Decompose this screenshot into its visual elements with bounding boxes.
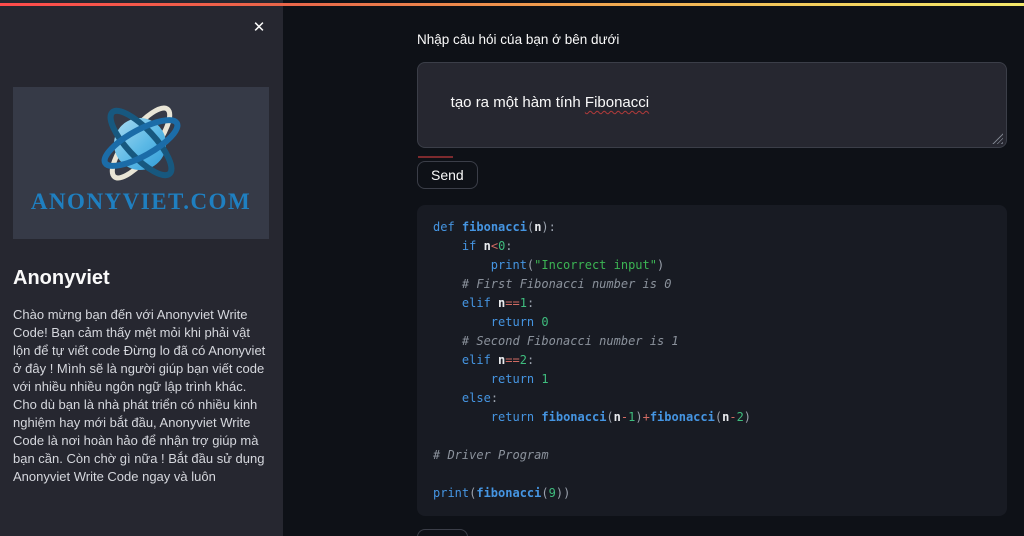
question-label-wrap: Nhập câu hỏi của bạn ở bên dưới [417,34,1007,49]
logo-card: ANONYVIET.COM [13,87,269,239]
red-underline-artifact [418,156,453,158]
close-icon: ✕ [253,18,266,36]
send-button[interactable]: Send [417,161,478,189]
question-textarea[interactable]: tạo ra một hàm tính Fibonacci [417,62,1007,148]
code-block: def fibonacci(n): if n<0: print("Incorre… [417,205,1007,516]
close-sidebar-button[interactable]: ✕ [248,16,270,38]
question-text-misspelled: Fibonacci [585,94,649,111]
partial-button[interactable] [417,529,468,536]
question-label: Nhập câu hỏi của bạn ở bên dưới [417,34,1007,49]
sidebar-description: Chào mừng bạn đến với Anonyviet Write Co… [13,306,270,486]
sidebar: ✕ ANONYVIET.COM Anonyviet Chào mừng bạn … [0,0,283,536]
logo-brand-text: ANONYVIET.COM [31,189,251,215]
question-text: tạo ra một hàm tính [451,94,585,111]
anonyviet-logo-icon [91,93,191,193]
main-content: Nhập câu hỏi của bạn ở bên dưới tạo ra m… [283,0,1024,536]
sidebar-title: Anonyviet [13,267,270,290]
resize-handle-icon[interactable] [992,133,1003,144]
decoration-bar [0,3,1024,6]
